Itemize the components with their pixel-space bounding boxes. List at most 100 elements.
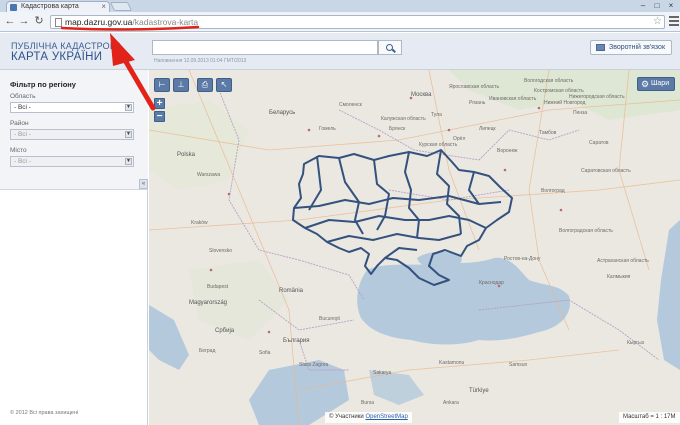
zoom-out-button[interactable]: − — [154, 111, 165, 122]
layers-label: Шари — [651, 80, 670, 87]
map-label: Вологодская область — [524, 78, 574, 84]
layers-button[interactable]: ⚙ Шари — [637, 77, 675, 91]
maximize-icon[interactable]: □ — [650, 0, 664, 12]
map-label: Курская область — [419, 142, 458, 148]
map-label: Kastamonu — [439, 360, 465, 366]
zoom-in-button[interactable]: + — [154, 98, 165, 109]
close-icon[interactable]: × — [101, 2, 106, 12]
measure-distance-button[interactable]: ⊢ — [154, 78, 170, 92]
new-tab-button[interactable] — [109, 2, 133, 11]
data-update-note: Наповнення 12.09.2013 01:04 ГМТ/2013 — [154, 58, 247, 64]
search-input[interactable] — [152, 40, 378, 55]
favicon-icon — [10, 4, 17, 11]
reload-icon[interactable]: ↻ — [33, 15, 45, 28]
district-select[interactable]: - Всі - ▼ — [10, 129, 134, 140]
city-label: Місто — [10, 147, 27, 154]
browser-toolbar: ← → ↻ map.dazru.gov.ua/kadastrova-karta … — [0, 12, 680, 32]
map-label: Гомель — [319, 126, 336, 132]
map-label: Ярославская область — [449, 84, 500, 90]
sidebar: Фільтр по регіону Область - Всі - ▼ Райо… — [0, 70, 148, 425]
info-cursor-button[interactable]: ↖ — [216, 78, 232, 92]
minimize-icon[interactable]: – — [636, 0, 650, 12]
copyright-text: © 2012 Всі права захищені — [10, 410, 79, 416]
map-label: Polska — [177, 152, 196, 158]
window-close-icon[interactable]: × — [664, 0, 678, 12]
region-value: - Всі - — [14, 104, 31, 111]
screenshot-root: Кадастрова карта × – □ × ← → ↻ map.dazru… — [0, 0, 680, 425]
openstreetmap-link[interactable]: OpenStreetMap — [365, 414, 407, 420]
map-label: Тула — [431, 112, 442, 118]
browser-tabstrip: Кадастрова карта × – □ × — [0, 0, 680, 12]
sidebar-collapse-button[interactable]: « — [139, 179, 148, 189]
url-text: map.dazru.gov.ua/kadastrova-karta — [65, 17, 199, 27]
map-label: Москва — [411, 92, 432, 98]
bookmark-star-icon[interactable]: ☆ — [653, 16, 662, 28]
map-view[interactable]: Вологодская область Ярославская область … — [149, 70, 680, 425]
map-label: Пенза — [573, 110, 588, 116]
region-label: Область — [10, 93, 36, 100]
map-label: Саратовская область — [581, 168, 631, 174]
measure-area-button[interactable]: ⊥ — [173, 78, 189, 92]
page-icon — [55, 18, 62, 27]
map-scale: Масштаб = 1 : 17M — [619, 412, 680, 423]
browser-tab[interactable]: Кадастрова карта × — [6, 1, 110, 12]
map-label: Sofia — [259, 350, 271, 356]
feedback-button[interactable]: Зворотній зв'язок — [590, 40, 672, 55]
logo-title-line1: ПУБЛІЧНА КАДАСТРОВА — [11, 41, 122, 51]
map-label: Kraków — [191, 220, 208, 226]
map-label: Липецк — [479, 126, 496, 132]
district-value: - Всі - — [14, 131, 31, 138]
map-label: Кыргыз — [627, 340, 644, 346]
address-bar[interactable]: map.dazru.gov.ua/kadastrova-karta ☆ — [50, 15, 665, 29]
city-value: - Всі - — [14, 158, 31, 165]
search-icon-handle — [392, 48, 396, 53]
map-label: Warszawa — [197, 172, 221, 178]
city-select[interactable]: - Всі - ▼ — [10, 156, 134, 167]
forward-arrow-icon[interactable]: → — [18, 15, 30, 28]
map-label: Брянск — [389, 126, 406, 132]
map-label: Нижегородская область — [569, 94, 625, 100]
map-label: Budapest — [207, 284, 229, 290]
map-label: Саратов — [589, 140, 609, 146]
search-button[interactable] — [378, 40, 402, 55]
map-label: Ростов-на-Дону — [504, 256, 541, 262]
map-label: Краснодар — [479, 280, 504, 286]
map-label: Астраханская область — [597, 258, 649, 264]
back-arrow-icon[interactable]: ← — [4, 15, 16, 28]
chevron-down-icon: ▼ — [125, 104, 132, 111]
map-label: Magyarország — [189, 300, 228, 306]
attribution-prefix: © Участники — [329, 414, 364, 420]
print-button[interactable]: ⎙ — [197, 78, 213, 92]
map-label: Калмыкия — [607, 274, 631, 280]
map-label: Тамбов — [539, 130, 557, 136]
map-label: Stara Zagora — [299, 362, 329, 368]
map-label: Смоленск — [339, 102, 362, 108]
map-label: Воронеж — [497, 148, 518, 154]
map-label: Bursa — [361, 400, 375, 406]
tab-title: Кадастрова карта — [21, 3, 79, 10]
map-label: България — [283, 338, 310, 344]
map-label: Нижний Новгород — [544, 100, 586, 106]
region-filter-panel: Фільтр по регіону Область - Всі - ▼ Райо… — [0, 70, 148, 190]
chevron-down-icon: ▼ — [125, 131, 132, 138]
map-label: Slovensko — [209, 248, 233, 254]
map-label: Bucureşti — [319, 316, 340, 322]
envelope-icon — [596, 44, 605, 51]
district-label: Район — [10, 120, 29, 127]
map-label: Türkiye — [469, 388, 489, 394]
chevron-down-icon: ▼ — [125, 158, 132, 165]
map-label: Волгоград — [541, 188, 565, 194]
map-label: România — [279, 288, 304, 294]
gear-icon: ⚙ — [641, 79, 650, 89]
filter-title: Фільтр по регіону — [10, 80, 76, 89]
map-label: Калужская область — [381, 116, 426, 122]
browser-menu-icon[interactable] — [669, 16, 679, 28]
logo-title-line2: КАРТА УКРАЇНИ — [11, 51, 103, 63]
map-label: Волгоградская область — [559, 228, 613, 234]
map-label: Ankara — [443, 400, 459, 406]
map-label: Рязань — [469, 100, 486, 106]
map-label: Србија — [215, 328, 235, 334]
region-select[interactable]: - Всі - ▼ — [10, 102, 134, 113]
map-label: Беград — [199, 348, 216, 354]
map-label: Ивановская область — [489, 96, 537, 102]
